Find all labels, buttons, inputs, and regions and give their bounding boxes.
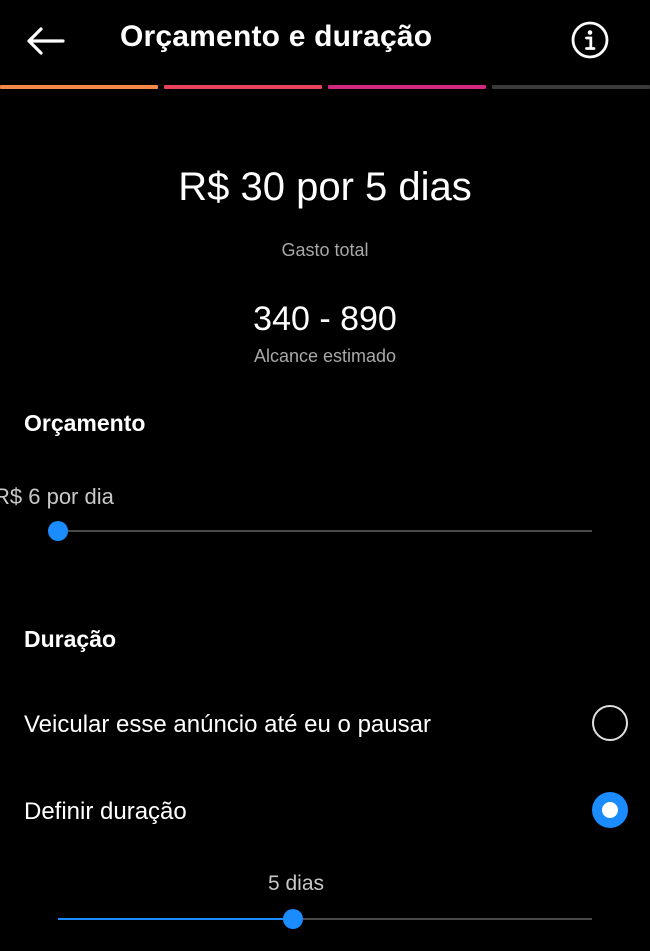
duration-slider-thumb[interactable] [282, 909, 303, 929]
progress-segment [164, 85, 322, 89]
arrow-left-icon [27, 27, 65, 55]
total-spend-label: Gasto total [281, 240, 369, 260]
option-set-duration[interactable]: Definir duração [24, 792, 628, 832]
budget-slider-track [58, 530, 592, 532]
progress-segment [0, 85, 158, 89]
option-label: Definir duração [24, 798, 187, 825]
duration-slider-fill [58, 918, 293, 920]
step-progress-bar [0, 85, 650, 90]
duration-days-value: 5 dias [267, 872, 325, 895]
duration-section-title: Duração [24, 626, 117, 652]
info-button[interactable] [570, 20, 610, 60]
info-circle-icon [571, 21, 609, 59]
budget-slider-thumb[interactable] [48, 521, 68, 541]
radio-unselected[interactable] [592, 705, 628, 741]
budget-section-title: Orçamento [24, 410, 146, 436]
budget-slider[interactable] [48, 519, 592, 543]
budget-per-day-value: R$ 6 por dia [0, 484, 114, 509]
option-run-until-paused[interactable]: Veicular esse anúncio até eu o pausar [24, 705, 628, 745]
back-button[interactable] [22, 18, 68, 64]
radio-selected[interactable] [592, 792, 628, 828]
progress-segment [328, 85, 486, 89]
page-title: Orçamento e duração [120, 20, 433, 53]
total-spend-value: R$ 30 por 5 dias [178, 165, 472, 209]
duration-slider[interactable] [58, 907, 592, 931]
progress-segment [492, 85, 650, 89]
option-label: Veicular esse anúncio até eu o pausar [24, 711, 431, 738]
estimated-reach-value: 340 - 890 [253, 300, 397, 338]
radio-dot [602, 802, 618, 818]
estimated-reach-label: Alcance estimado [253, 346, 397, 366]
app-header: Orçamento e duração [0, 0, 650, 86]
